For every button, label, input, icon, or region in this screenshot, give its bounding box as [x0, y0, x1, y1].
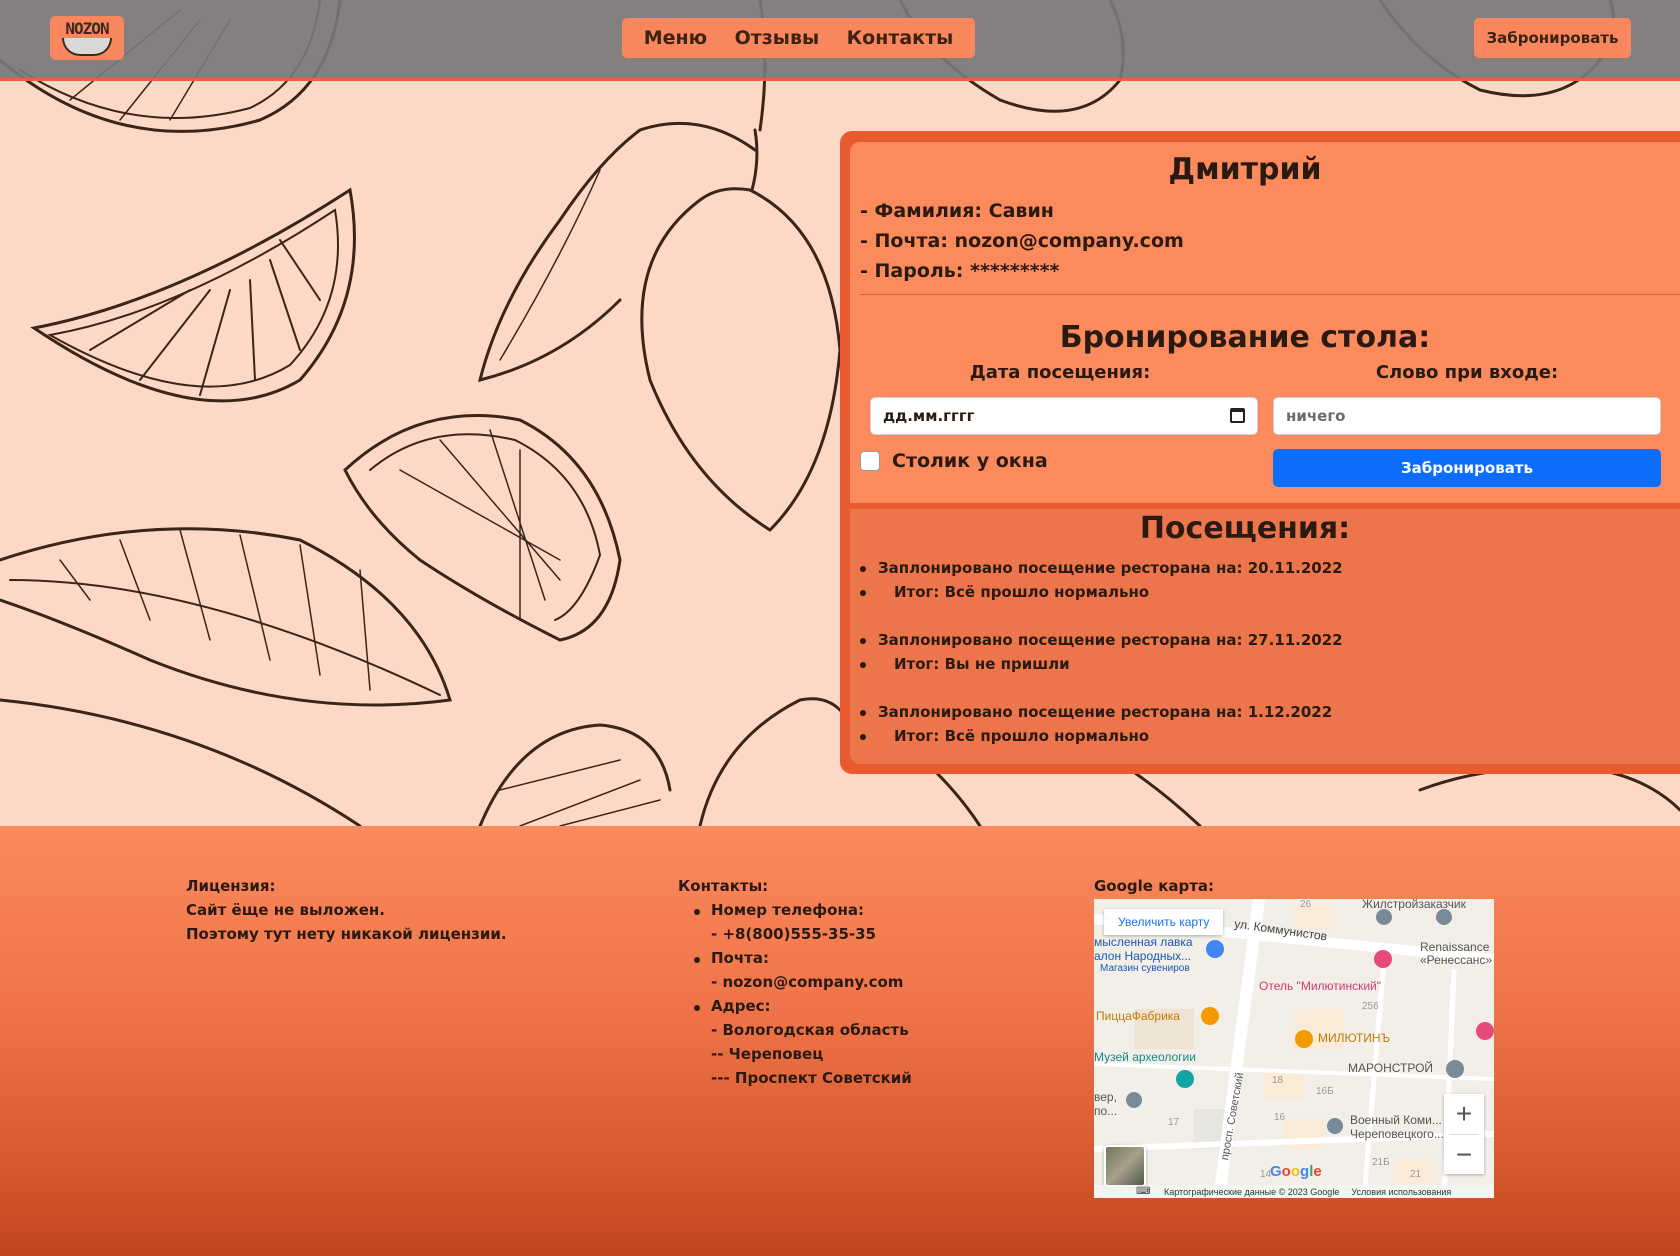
map-title: Google карта:: [1094, 877, 1215, 895]
map-label-hotel: Отель "Милютинский": [1259, 979, 1381, 993]
bullet-icon: [694, 909, 700, 915]
zoom-in-button[interactable]: +: [1444, 1094, 1484, 1134]
keyboard-icon[interactable]: ⌨: [1136, 1186, 1156, 1197]
logo[interactable]: NOZON: [50, 16, 124, 60]
profile-section: Дмитрий - Фамилия: Савин - Почта: nozon@…: [850, 142, 1680, 503]
calendar-icon[interactable]: [1230, 408, 1245, 423]
visit-result: Итог: Всё прошло нормально: [860, 583, 1149, 601]
map-zoom-controls: + −: [1444, 1094, 1484, 1174]
visit-planned: Заплонировано посещение ресторана на: 1.…: [860, 703, 1332, 721]
map-house-number: 17: [1168, 1117, 1180, 1128]
license-title: Лицензия:: [186, 877, 276, 895]
map-enlarge-button[interactable]: Увеличить карту: [1104, 909, 1224, 935]
map-label-renaissance: Renaissance «Ренессанс»: [1420, 940, 1493, 967]
map-label-souvenir: Магазин сувениров: [1100, 963, 1190, 974]
address-label: Адрес:: [711, 997, 771, 1015]
map-house-number: 21: [1410, 1169, 1422, 1180]
address-street: --- Проспект Советский: [711, 1069, 912, 1087]
visits-section: Посещения: Заплонировано посещение ресто…: [850, 509, 1680, 764]
contacts-title: Контакты:: [678, 877, 769, 895]
visit-result: Итог: Всё прошло нормально: [860, 727, 1149, 745]
nav-link-contacts[interactable]: Контакты: [847, 27, 954, 49]
visit-result: Итог: Вы не пришли: [860, 655, 1070, 673]
entry-word-placeholder: ничего: [1286, 407, 1346, 425]
booking-title: Бронирование стола:: [1059, 320, 1431, 355]
bullet-icon: [860, 733, 866, 740]
header-book-button[interactable]: Забронировать: [1474, 18, 1631, 58]
map-house-number: 16: [1274, 1112, 1286, 1123]
license-line: Сайт ёще не выложен.: [186, 901, 385, 919]
book-submit-button[interactable]: Забронировать: [1273, 449, 1661, 487]
map-label-sever-2: по...: [1094, 1104, 1118, 1118]
bullet-icon: [694, 957, 700, 963]
google-logo: Google: [1270, 1163, 1322, 1180]
profile-card: Дмитрий - Фамилия: Савин - Почта: nozon@…: [840, 131, 1680, 774]
logo-text: NOZON: [65, 19, 109, 38]
address-city: -- Череповец: [711, 1045, 824, 1063]
map-house-number: 18: [1272, 1075, 1284, 1086]
map-terms-link[interactable]: Условия использования: [1351, 1187, 1451, 1197]
map-label-maronstroy: МАРОНСТРОЙ: [1348, 1061, 1434, 1075]
visits-title: Посещения:: [1139, 511, 1351, 546]
visit-planned: Заплонировано посещение ресторана на: 20…: [860, 559, 1343, 577]
zoom-out-button[interactable]: −: [1444, 1135, 1484, 1175]
nav-link-menu[interactable]: Меню: [644, 27, 707, 49]
nav-link-reviews[interactable]: Отзывы: [735, 27, 820, 49]
date-placeholder: дд.мм.гггг: [883, 407, 975, 425]
profile-password: - Пароль: *********: [860, 260, 1060, 282]
window-table-option: Столик у окна: [860, 450, 1048, 472]
map-house-number: 21Б: [1372, 1157, 1390, 1168]
map-label-military-2: Череповецкого...: [1350, 1127, 1444, 1141]
bullet-icon: [860, 661, 866, 668]
profile-surname: - Фамилия: Савин: [860, 200, 1054, 222]
word-label: Слово при входе:: [1375, 362, 1559, 383]
site-header: NOZON Меню Отзывы Контакты Забронировать: [0, 0, 1680, 81]
visit-planned: Заплонировано посещение ресторана на: 27…: [860, 631, 1343, 649]
bullet-icon: [860, 589, 866, 596]
mail-value[interactable]: - nozon@company.com: [711, 973, 903, 991]
map-layer-toggle[interactable]: [1104, 1145, 1146, 1187]
entry-word-input[interactable]: ничего: [1273, 397, 1661, 435]
map-label-zhilstroy: Жилстройзаказчик: [1362, 899, 1466, 911]
map-attribution-bar: ⌨ Картографические данные © 2023 Google …: [1094, 1185, 1494, 1198]
map-label-museum: Музей археологии: [1094, 1050, 1196, 1064]
profile-email: - Почта: nozon@company.com: [860, 230, 1184, 252]
phone-label: Номер телефона:: [711, 901, 864, 919]
bowl-icon: [62, 38, 112, 56]
date-input[interactable]: дд.мм.гггг: [870, 397, 1258, 435]
map-label-salon: алон Народных...: [1094, 949, 1192, 963]
bullet-icon: [694, 1005, 700, 1011]
map-house-number: 16Б: [1316, 1086, 1334, 1097]
map-label-lavka: мысленная лавка: [1094, 935, 1193, 949]
phone-value[interactable]: - +8(800)555-35-35: [711, 925, 876, 943]
address-region: - Вологодская область: [711, 1021, 909, 1039]
map-attribution: Картографические данные © 2023 Google: [1164, 1186, 1340, 1197]
window-table-checkbox[interactable]: [860, 451, 880, 471]
map-house-number: 256: [1362, 1001, 1379, 1012]
google-map[interactable]: Жилстройзаказчик ул. Коммунистов Renaiss…: [1094, 899, 1494, 1198]
map-label-pizza: ПиццаФабрика: [1096, 1009, 1180, 1023]
profile-divider: [860, 294, 1680, 295]
main-nav: Меню Отзывы Контакты: [622, 18, 975, 58]
window-table-label: Столик у окна: [892, 450, 1048, 472]
profile-name: Дмитрий: [1168, 152, 1322, 187]
map-label-military: Военный Коми...: [1350, 1113, 1442, 1127]
license-line: Поэтому тут нету никакой лицензии.: [186, 925, 507, 943]
date-label: Дата посещения:: [969, 362, 1151, 383]
map-house-number: 26: [1300, 899, 1312, 910]
bullet-icon: [860, 565, 866, 572]
bullet-icon: [860, 709, 866, 716]
map-label-sever: вер,: [1094, 1090, 1117, 1104]
bullet-icon: [860, 637, 866, 644]
map-label-milutin: МИЛЮТИНЪ: [1318, 1031, 1391, 1045]
mail-label: Почта:: [711, 949, 769, 967]
